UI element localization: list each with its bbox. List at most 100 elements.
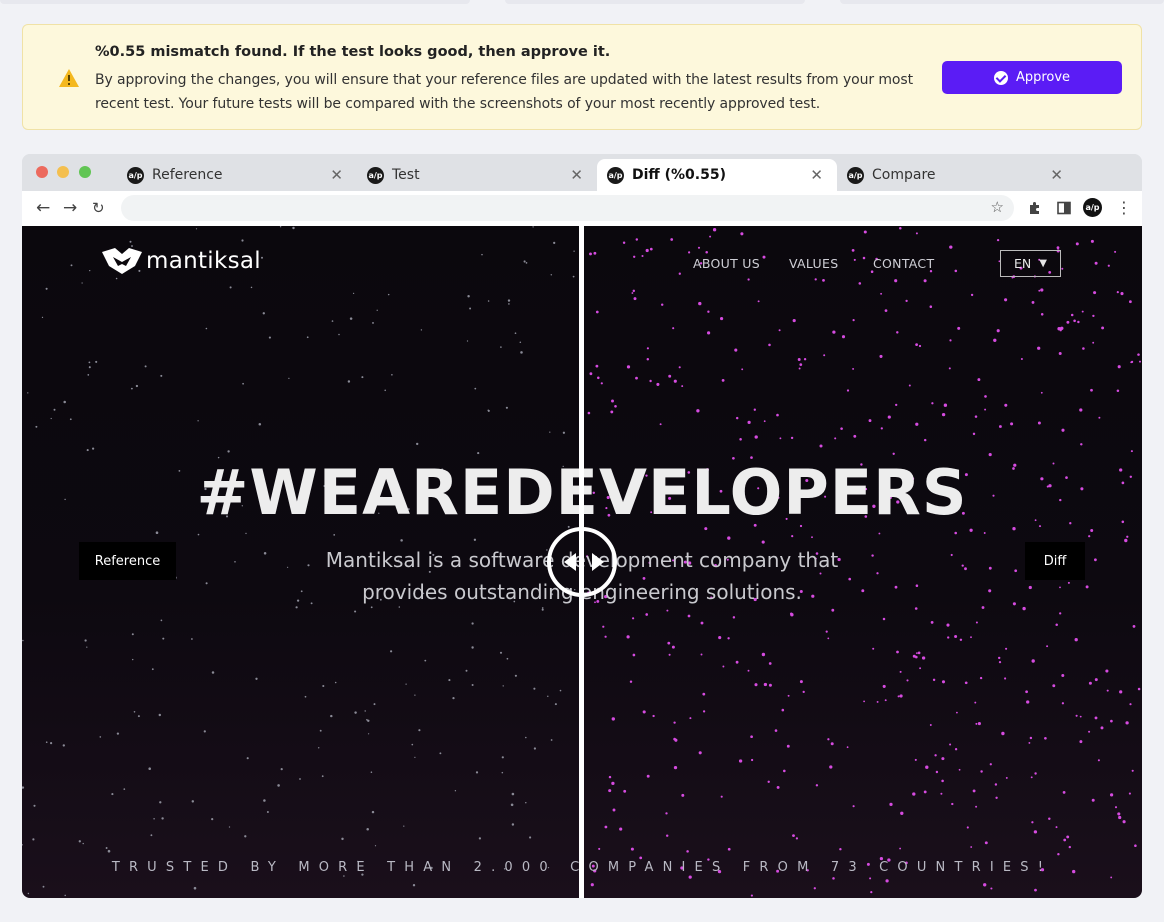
reference-side-label: Reference — [79, 542, 176, 580]
diff-dot — [885, 879, 889, 883]
diff-dot — [739, 438, 742, 441]
star-dot — [400, 539, 403, 542]
side-panel-icon[interactable] — [1057, 201, 1071, 215]
diff-dot — [767, 780, 770, 783]
diff-dot — [1033, 830, 1038, 834]
star-dot — [321, 775, 324, 778]
diff-dot — [1116, 389, 1120, 392]
banner-title: %0.55 mismatch found. If the test looks … — [95, 44, 611, 60]
maximize-window-button[interactable] — [79, 166, 91, 178]
diff-dot — [1048, 817, 1051, 821]
diff-dot — [846, 389, 850, 392]
tab-compare[interactable]: a/p Compare ✕ — [837, 159, 1077, 191]
diff-dot — [698, 301, 702, 306]
nav-values[interactable]: VALUES — [789, 256, 838, 271]
diff-dot — [1130, 360, 1134, 364]
star-dot — [111, 793, 114, 796]
nav-about-us[interactable]: ABOUT US — [693, 256, 760, 271]
minimize-window-button[interactable] — [57, 166, 69, 178]
star-dot — [474, 387, 477, 390]
diff-dot — [1093, 291, 1097, 295]
diff-dot — [814, 278, 817, 281]
diff-dot — [870, 891, 873, 894]
compare-slider-handle[interactable] — [547, 527, 617, 597]
star-dot — [338, 333, 340, 336]
star-dot — [241, 239, 244, 242]
diff-dot — [941, 757, 945, 761]
diff-dot — [815, 784, 819, 787]
tab-diff[interactable]: a/p Diff (%0.55) ✕ — [597, 159, 837, 191]
diff-dot — [649, 379, 652, 383]
diff-dot — [727, 536, 731, 540]
star-dot — [197, 420, 199, 422]
extensions-icon[interactable] — [1028, 201, 1042, 215]
diff-dot — [798, 367, 801, 370]
close-tab-icon[interactable]: ✕ — [810, 166, 823, 184]
diff-dot — [988, 589, 992, 593]
diff-dot — [889, 802, 893, 807]
diff-dot — [1094, 678, 1098, 682]
diff-dot — [1117, 365, 1121, 369]
forward-arrow-icon[interactable]: → — [63, 199, 77, 217]
tab-reference[interactable]: a/p Reference ✕ — [117, 159, 357, 191]
star-dot — [133, 711, 136, 713]
reload-icon[interactable]: ↻ — [92, 199, 105, 217]
diff-dot — [975, 621, 978, 624]
diff-dot — [589, 252, 592, 256]
star-icon[interactable]: ☆ — [991, 198, 1004, 216]
star-dot — [334, 681, 337, 684]
star-dot — [511, 823, 515, 826]
diff-dot — [665, 812, 668, 815]
diff-dot — [792, 319, 796, 323]
star-dot — [418, 729, 421, 732]
diff-dot — [819, 444, 823, 448]
close-tab-icon[interactable]: ✕ — [1050, 166, 1063, 184]
nav-contact[interactable]: CONTACT — [873, 256, 934, 271]
tab-test[interactable]: a/p Test ✕ — [357, 159, 597, 191]
star-dot — [319, 729, 322, 732]
diff-dot — [602, 625, 605, 628]
diff-dot — [993, 338, 997, 342]
diff-dot — [1038, 289, 1041, 292]
diff-dot — [914, 607, 918, 610]
star-dot — [105, 847, 108, 849]
diff-dot — [822, 279, 825, 282]
site-logo[interactable]: mantiksal — [102, 248, 261, 274]
diff-dot — [689, 717, 692, 720]
star-dot — [487, 409, 490, 412]
profile-icon[interactable]: a/p — [1083, 198, 1102, 217]
star-dot — [500, 346, 502, 348]
diff-dot — [611, 717, 615, 721]
diff-dot — [996, 329, 1000, 333]
address-bar[interactable]: ☆ — [121, 195, 1014, 221]
diff-dot — [718, 636, 722, 640]
diff-dot — [612, 808, 616, 812]
diff-dot — [915, 343, 918, 346]
star-dot — [389, 650, 393, 653]
diff-dot — [1077, 320, 1080, 324]
diff-dot — [792, 834, 795, 837]
star-dot — [116, 732, 120, 735]
menu-icon[interactable]: ⋮ — [1116, 198, 1132, 217]
diff-dot — [1020, 357, 1023, 361]
diff-dot — [1059, 586, 1061, 589]
back-arrow-icon[interactable]: ← — [36, 199, 50, 217]
language-select[interactable]: EN ▼ — [1000, 250, 1061, 277]
star-dot — [465, 669, 468, 672]
diff-dot — [934, 754, 937, 757]
close-tab-icon[interactable]: ✕ — [330, 166, 343, 184]
diff-dot — [1124, 538, 1128, 543]
star-dot — [502, 685, 504, 687]
star-dot — [144, 365, 147, 368]
diff-dot — [899, 694, 903, 698]
diff-dot — [935, 770, 939, 774]
diff-dot — [964, 681, 968, 685]
star-dot — [317, 747, 320, 749]
close-tab-icon[interactable]: ✕ — [570, 166, 583, 184]
diff-dot — [983, 883, 987, 887]
diff-dot — [1052, 684, 1056, 688]
close-window-button[interactable] — [36, 166, 48, 178]
star-dot — [84, 639, 87, 642]
diff-dot — [670, 238, 674, 241]
approve-button[interactable]: Approve — [942, 61, 1122, 94]
